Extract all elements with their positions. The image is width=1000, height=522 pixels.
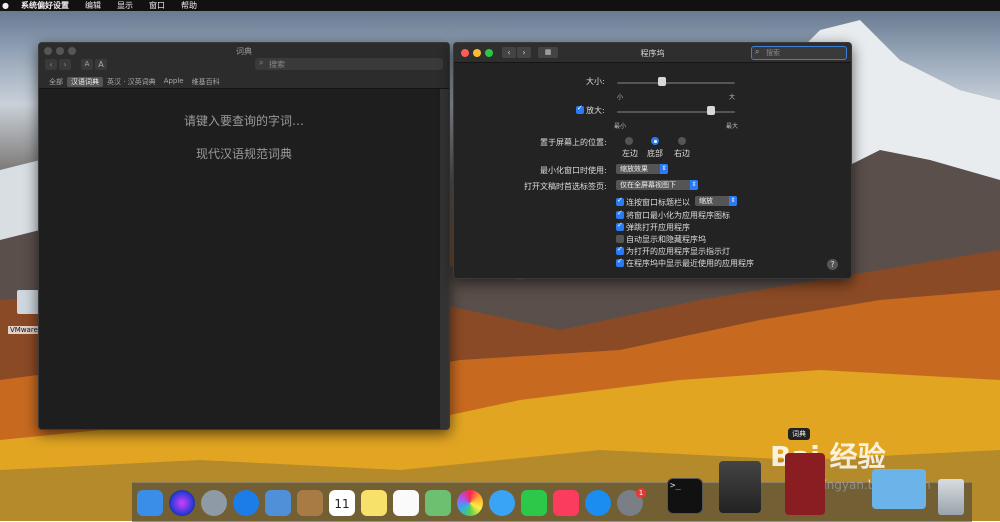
finder-icon[interactable]	[137, 490, 163, 516]
tab-chinese-dictionary[interactable]: 汉语词典	[67, 77, 103, 87]
size-max-label: 大	[729, 94, 736, 101]
size-slider-track[interactable]	[617, 82, 735, 84]
mail-icon[interactable]	[265, 490, 291, 516]
appstore-icon[interactable]	[585, 490, 611, 516]
show-recent-apps-label: 在程序坞中显示最近使用的应用程序	[626, 259, 754, 268]
dictionary-name: 现代汉语规范词典	[195, 147, 292, 161]
tabs-label: 打开文稿时首选标签页:	[524, 182, 607, 191]
chevron-updown-icon: ⇕	[690, 180, 698, 190]
dock: 11 1 >_	[132, 453, 972, 522]
position-bottom-label: 底部	[647, 149, 663, 158]
search-icon: ⌕	[755, 47, 760, 56]
magnify-label: 放大:	[586, 106, 605, 115]
forward-icon[interactable]: ›	[59, 59, 71, 70]
magnify-slider-track[interactable]	[617, 111, 735, 113]
position-right-label: 右边	[674, 149, 690, 158]
music-icon[interactable]	[553, 490, 579, 516]
minimize-effect-select[interactable]: 缩放效果 ⇕	[616, 164, 668, 174]
dictionary-window: 词典 ‹ › A A ⌕ 搜索 全部 汉语词典 英汉 · 汉英词典 Apple …	[38, 42, 450, 430]
dictionary-tabs: 全部 汉语词典 英汉 · 汉英词典 Apple 维基百科	[45, 77, 224, 87]
dblclick-label: 连按窗口标题栏以	[626, 198, 690, 207]
chevron-updown-icon: ⇕	[729, 196, 737, 206]
menu-view[interactable]: 显示	[109, 0, 141, 11]
menu-help[interactable]: 帮助	[173, 0, 205, 11]
window-title: 词典	[236, 47, 252, 56]
animate-opening-label: 弹跳打开应用程序	[626, 223, 690, 232]
autohide-dock-checkbox[interactable]	[616, 235, 624, 243]
minimize-to-app-label: 将窗口最小化为应用程序图标	[626, 211, 730, 220]
safari-icon[interactable]	[233, 490, 259, 516]
help-button[interactable]: ?	[827, 259, 838, 270]
font-larger-button[interactable]: A	[95, 59, 107, 70]
prefs-search-input[interactable]: ⌕ 搜索	[751, 46, 847, 60]
dblclick-action-select[interactable]: 缩放 ⇕	[695, 196, 737, 206]
font-smaller-button[interactable]: A	[81, 59, 93, 70]
vmware-icon[interactable]	[17, 290, 39, 314]
apple-menu-icon[interactable]: ●	[0, 1, 13, 10]
position-left-label: 左边	[622, 149, 638, 158]
search-icon: ⌕	[259, 58, 264, 67]
maps-icon[interactable]	[425, 490, 451, 516]
position-left-radio[interactable]	[625, 137, 633, 145]
dblclick-action-value: 缩放	[699, 197, 713, 205]
vmware-label: VMware	[8, 326, 40, 334]
position-right-radio[interactable]	[678, 137, 686, 145]
tab-wikipedia[interactable]: 维基百科	[188, 77, 224, 87]
notification-badge: 1	[636, 488, 646, 498]
back-icon[interactable]: ‹	[45, 59, 57, 70]
chevron-updown-icon: ⇕	[660, 164, 668, 174]
search-placeholder: 搜索	[766, 49, 780, 57]
menu-window[interactable]: 窗口	[141, 0, 173, 11]
minimize-to-app-checkbox[interactable]	[616, 209, 624, 219]
size-slider-knob[interactable]	[657, 77, 666, 86]
show-recent-apps-checkbox[interactable]	[616, 257, 624, 267]
magnify-checkbox[interactable]	[576, 104, 584, 114]
notes-icon[interactable]	[361, 490, 387, 516]
tab-apple[interactable]: Apple	[160, 77, 188, 87]
magnify-max-label: 最大	[726, 123, 739, 130]
notes-book-icon[interactable]	[297, 490, 323, 516]
messages-icon[interactable]	[489, 490, 515, 516]
tabs-preference-value: 仅在全屏幕视图下	[620, 181, 676, 189]
position-label: 置于屏幕上的位置:	[540, 138, 607, 147]
dictionary-titlebar: 词典 ‹ › A A ⌕ 搜索 全部 汉语词典 英汉 · 汉英词典 Apple …	[39, 43, 449, 89]
search-prompt: 请键入要查询的字词…	[183, 114, 304, 128]
menu-bar: ● 系统偏好设置 编辑 显示 窗口 帮助	[0, 0, 1000, 11]
autohide-dock-label: 自动显示和隐藏程序坞	[626, 235, 706, 244]
show-indicators-label: 为打开的应用程序显示指示灯	[626, 247, 730, 256]
terminal-icon[interactable]: >_	[667, 478, 703, 514]
dblclick-checkbox[interactable]	[616, 196, 624, 206]
photos-icon[interactable]	[457, 490, 483, 516]
tabs-preference-select[interactable]: 仅在全屏幕视图下 ⇕	[616, 180, 698, 190]
search-placeholder: 搜索	[269, 60, 285, 69]
size-label: 大小:	[586, 77, 605, 86]
dictionary-icon[interactable]	[785, 453, 825, 515]
scrollbar[interactable]	[440, 89, 449, 429]
siri-icon[interactable]	[169, 490, 195, 516]
magnify-min-label: 最小	[614, 123, 627, 130]
tab-english-chinese[interactable]: 英汉 · 汉英词典	[103, 77, 160, 87]
dictionary-content: 请键入要查询的字词… 现代汉语规范词典	[39, 89, 439, 429]
magnify-slider-knob[interactable]	[707, 106, 716, 115]
minimize-label: 最小化窗口时使用:	[540, 166, 607, 175]
show-indicators-checkbox[interactable]	[616, 245, 624, 255]
dock-preferences-window: ‹ › ▦ 程序坞 ⌕ 搜索 大小: 小 大 放大: 最小 最大 置于屏幕上的位…	[453, 42, 852, 279]
prefs-titlebar: ‹ › ▦ 程序坞 ⌕ 搜索	[454, 43, 851, 63]
dictionary-search-input[interactable]: ⌕ 搜索	[255, 58, 443, 70]
trash-icon[interactable]	[938, 479, 964, 515]
minimize-effect-value: 缩放效果	[620, 165, 648, 173]
calendar-icon[interactable]: 11	[329, 490, 355, 516]
tab-all[interactable]: 全部	[45, 77, 67, 87]
menu-edit[interactable]: 编辑	[77, 0, 109, 11]
reminders-icon[interactable]	[393, 490, 419, 516]
facetime-icon[interactable]	[521, 490, 547, 516]
menu-app-system-preferences[interactable]: 系统偏好设置	[13, 0, 77, 11]
downloads-folder-icon[interactable]	[872, 469, 926, 509]
animate-opening-checkbox[interactable]	[616, 221, 624, 231]
calculator-icon[interactable]	[719, 461, 761, 513]
launchpad-icon[interactable]	[201, 490, 227, 516]
size-min-label: 小	[617, 94, 624, 101]
position-bottom-radio[interactable]	[651, 137, 659, 145]
